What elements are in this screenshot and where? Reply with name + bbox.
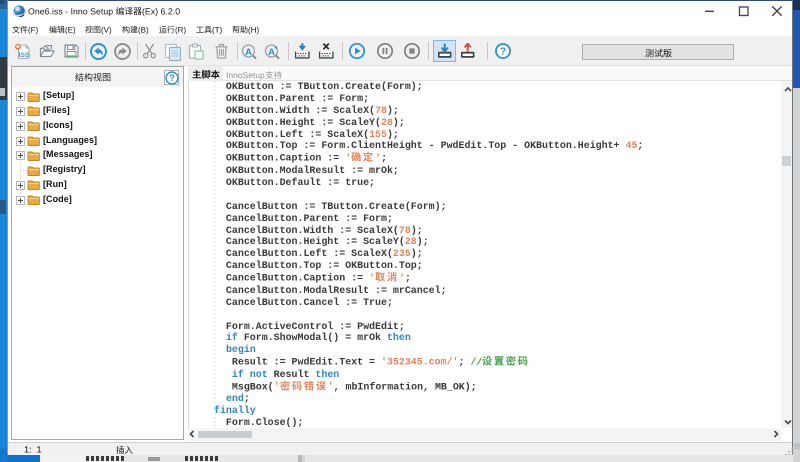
svg-text:ISS: ISS bbox=[19, 52, 30, 59]
svg-text:?: ? bbox=[169, 73, 175, 83]
svg-text:?: ? bbox=[500, 47, 506, 58]
svg-text:A: A bbox=[268, 47, 275, 58]
svg-text:A: A bbox=[245, 47, 252, 58]
